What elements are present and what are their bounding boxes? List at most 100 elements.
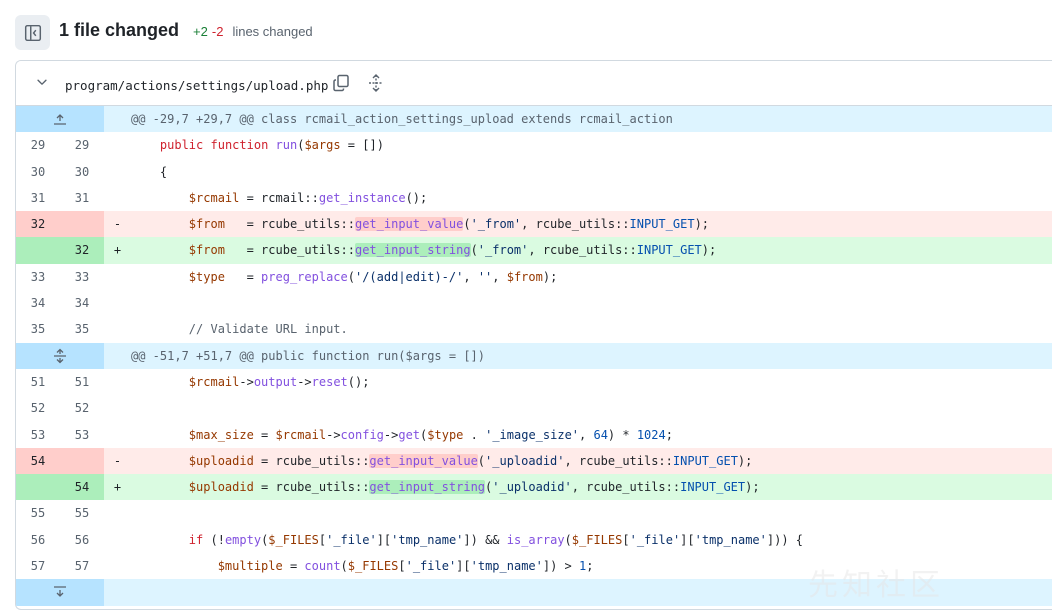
diff-marker bbox=[104, 185, 131, 211]
diff-line: 31 31 $rcmail = rcmail::get_instance(); bbox=[16, 185, 1052, 211]
code-text: if (!empty($_FILES['_file']['tmp_name'])… bbox=[188, 532, 803, 547]
diff-line: 56 56 if (!empty($_FILES['_file']['tmp_na… bbox=[16, 527, 1052, 553]
diff-marker bbox=[104, 422, 131, 448]
expand-button[interactable] bbox=[16, 342, 104, 369]
diff-marker: - bbox=[113, 453, 122, 468]
diff-line-added: 32 + $from = rcube_utils::get_input_strin… bbox=[16, 237, 1052, 264]
new-line-number[interactable]: 55 bbox=[60, 500, 104, 526]
additions-count: +2 bbox=[193, 24, 208, 39]
hunk-header-text: @@ -29,7 +29,7 @@ class rcmail_action_se… bbox=[131, 112, 673, 126]
new-line-number[interactable]: 35 bbox=[60, 316, 104, 342]
unfold-icon[interactable] bbox=[366, 73, 386, 93]
hunk-header: @@ -29,7 +29,7 @@ class rcmail_action_se… bbox=[16, 106, 1052, 133]
expand-icon bbox=[54, 348, 66, 364]
diff-marker bbox=[104, 159, 131, 185]
diff-line: 55 55 bbox=[16, 500, 1052, 526]
old-line-number[interactable] bbox=[16, 237, 60, 264]
hunk-header-text: @@ -51,7 +51,7 @@ public function run($a… bbox=[131, 348, 486, 363]
diff-toolbar: 1 file changed +2 -2 lines changed bbox=[0, 0, 1052, 60]
expand-down-icon bbox=[54, 586, 66, 598]
hunk-header: @@ -51,7 +51,7 @@ public function run($a… bbox=[16, 342, 1052, 369]
diff-marker bbox=[104, 290, 131, 316]
watermark: 先知社区 bbox=[808, 568, 944, 603]
diff-marker bbox=[104, 395, 131, 421]
code-text: public function run($args = []) bbox=[159, 138, 384, 153]
old-line-number[interactable]: 29 bbox=[16, 132, 60, 158]
lines-changed-label: lines changed bbox=[232, 24, 313, 39]
new-line-number[interactable]: 34 bbox=[60, 290, 104, 316]
code-text: // Validate URL input. bbox=[188, 322, 348, 337]
diff-line: 51 51 $rcmail->output->reset(); bbox=[16, 369, 1052, 395]
new-line-number[interactable]: 56 bbox=[60, 527, 104, 553]
diff-marker bbox=[104, 500, 131, 526]
expand-button[interactable] bbox=[16, 106, 104, 133]
diff-marker: + bbox=[113, 480, 122, 495]
code-text: $from = rcube_utils::get_input_string('_… bbox=[188, 243, 717, 258]
new-line-number[interactable]: 53 bbox=[60, 422, 104, 448]
diff-line: 30 30 { bbox=[16, 159, 1052, 185]
old-line-number[interactable]: 54 bbox=[16, 447, 60, 475]
old-line-number[interactable]: 30 bbox=[16, 159, 60, 185]
new-line-number[interactable]: 57 bbox=[60, 553, 104, 579]
diff-marker: - bbox=[113, 217, 122, 232]
diff-line: 53 53 $max_size = $rcmail->config->get($t… bbox=[16, 422, 1052, 448]
chevron-down-icon[interactable] bbox=[35, 75, 49, 89]
new-line-number[interactable] bbox=[60, 447, 104, 475]
new-line-number[interactable]: 54 bbox=[60, 474, 104, 501]
diff-marker bbox=[104, 553, 131, 579]
old-line-number[interactable]: 55 bbox=[16, 500, 60, 526]
new-line-number[interactable]: 32 bbox=[60, 237, 104, 264]
diff-lines: @@ -29,7 +29,7 @@ class rcmail_action_se… bbox=[16, 106, 1052, 606]
old-line-number[interactable]: 33 bbox=[16, 264, 60, 290]
file-header: program/actions/settings/upload.php bbox=[16, 61, 1052, 106]
old-line-number[interactable]: 51 bbox=[16, 369, 60, 395]
diff-marker: + bbox=[113, 243, 122, 258]
code-text: $rcmail = rcmail::get_instance(); bbox=[188, 190, 428, 205]
old-line-number[interactable]: 56 bbox=[16, 527, 60, 553]
old-line-number[interactable]: 35 bbox=[16, 316, 60, 342]
old-line-number[interactable]: 34 bbox=[16, 290, 60, 316]
code-text: $uploadid = rcube_utils::get_input_strin… bbox=[188, 480, 760, 495]
new-line-number[interactable] bbox=[60, 211, 104, 238]
old-line-number[interactable]: 57 bbox=[16, 553, 60, 579]
diff-marker bbox=[104, 527, 131, 553]
diff-summary: 1 file changed +2 -2 lines changed bbox=[59, 20, 313, 46]
diff-line-deleted: 32 - $from = rcube_utils::get_input_value… bbox=[16, 211, 1052, 238]
diff-line: 35 35 // Validate URL input. bbox=[16, 316, 1052, 342]
expand-up-icon bbox=[54, 114, 66, 125]
file-path[interactable]: program/actions/settings/upload.php bbox=[65, 78, 328, 93]
new-line-number[interactable]: 30 bbox=[60, 159, 104, 185]
old-line-number[interactable]: 52 bbox=[16, 395, 60, 421]
new-line-number[interactable]: 51 bbox=[60, 369, 104, 395]
new-line-number[interactable]: 31 bbox=[60, 185, 104, 211]
new-line-number[interactable]: 52 bbox=[60, 395, 104, 421]
sidebar-toggle-icon bbox=[24, 24, 41, 41]
diff-marker bbox=[104, 132, 131, 158]
diff-line-deleted: 54 - $uploadid = rcube_utils::get_input_v… bbox=[16, 447, 1052, 475]
code-text: { bbox=[131, 164, 168, 179]
diff-marker bbox=[104, 316, 131, 342]
old-line-number[interactable]: 31 bbox=[16, 185, 60, 211]
code-text: $rcmail->output->reset(); bbox=[188, 374, 370, 389]
diff-line: 29 29 public function run($args = []) bbox=[16, 132, 1052, 158]
diff-marker bbox=[104, 264, 131, 290]
file-tree-toggle-button[interactable] bbox=[15, 15, 50, 50]
code-text: $from = rcube_utils::get_input_value('_f… bbox=[188, 217, 710, 232]
old-line-number[interactable]: 53 bbox=[16, 422, 60, 448]
expand-button[interactable] bbox=[16, 579, 104, 606]
diff-line-added: 54 + $uploadid = rcube_utils::get_input_s… bbox=[16, 474, 1052, 501]
file-diff: program/actions/settings/upload.php @@ -… bbox=[15, 60, 1052, 610]
new-line-number[interactable]: 33 bbox=[60, 264, 104, 290]
old-line-number[interactable]: 32 bbox=[16, 211, 60, 238]
old-line-number[interactable] bbox=[16, 474, 60, 501]
diff-line: 34 34 bbox=[16, 290, 1052, 316]
copy-icon[interactable] bbox=[331, 73, 351, 93]
diff-line: 33 33 $type = preg_replace('/(add|edit)-/… bbox=[16, 264, 1052, 290]
diff-marker bbox=[104, 369, 131, 395]
new-line-number[interactable]: 29 bbox=[60, 132, 104, 158]
deletions-count: -2 bbox=[211, 24, 224, 39]
files-changed-title: 1 file changed bbox=[59, 20, 180, 40]
